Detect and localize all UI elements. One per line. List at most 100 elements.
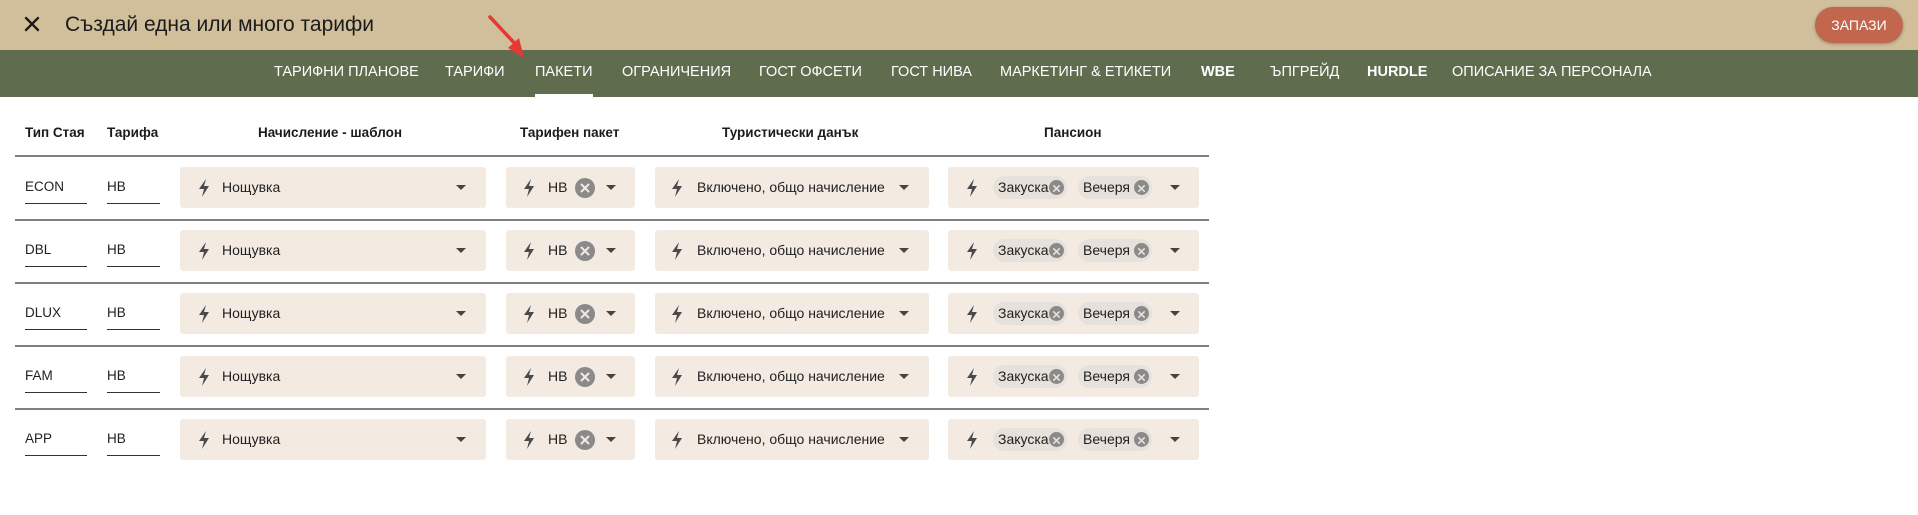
clear-circle-icon[interactable] [575, 241, 595, 261]
clear-circle-icon[interactable] [1049, 243, 1064, 258]
clear-circle-icon[interactable] [1134, 180, 1149, 195]
chevron-down-icon[interactable] [1170, 248, 1180, 253]
clear-circle-icon[interactable] [1134, 369, 1149, 384]
clear-circle-icon[interactable] [1134, 243, 1149, 258]
close-button[interactable] [18, 12, 46, 38]
clear-circle-icon[interactable] [1049, 180, 1064, 195]
charge-template-value: Нощувка [222, 242, 281, 258]
board-select[interactable]: Закуска Вечеря [948, 230, 1199, 271]
tab-packages[interactable]: ПАКЕТИ [535, 50, 593, 97]
room-type-value: DLUX [25, 305, 62, 320]
chevron-down-icon[interactable] [899, 374, 909, 379]
chevron-down-icon[interactable] [899, 185, 909, 190]
tab-upgrade[interactable]: ЪПГРЕЙД [1270, 50, 1339, 97]
clear-circle-icon[interactable] [575, 304, 595, 324]
tab-guest-offsets[interactable]: ГОСТ ОФСЕТИ [759, 50, 862, 97]
chevron-down-icon[interactable] [1170, 437, 1180, 442]
chevron-down-icon[interactable] [899, 437, 909, 442]
room-type-field[interactable]: DBL [25, 234, 87, 267]
chevron-down-icon[interactable] [606, 185, 616, 190]
room-type-field[interactable]: APP [25, 423, 87, 456]
tab-wbe[interactable]: WBE [1201, 50, 1235, 97]
table-row: DLUX НВ Нощувка НВ Включено, общо начисление… [0, 283, 1918, 346]
bolt-icon [670, 241, 684, 261]
tab-rate-plans[interactable]: ТАРИФНИ ПЛАНОВЕ [274, 50, 419, 97]
chevron-down-icon[interactable] [606, 311, 616, 316]
room-type-value: DBL [25, 242, 52, 257]
charge-template-select[interactable]: Нощувка [180, 167, 486, 208]
chevron-down-icon[interactable] [899, 311, 909, 316]
charge-template-select[interactable]: Нощувка [180, 419, 486, 460]
tab-hurdle[interactable]: HURDLE [1367, 50, 1427, 97]
tab-restrictions[interactable]: ОГРАНИЧЕНИЯ [622, 50, 731, 97]
chevron-down-icon[interactable] [606, 248, 616, 253]
clear-circle-icon[interactable] [575, 430, 595, 450]
table-row: APP НВ Нощувка НВ Включено, общо начисление З… [0, 409, 1918, 472]
package-select[interactable]: НВ [506, 167, 635, 208]
chevron-down-icon[interactable] [606, 437, 616, 442]
rate-field[interactable]: НВ [107, 360, 160, 393]
tab-marketing-labels[interactable]: МАРКЕТИНГ & ЕТИКЕТИ [1000, 50, 1171, 97]
charge-template-value: Нощувка [222, 179, 281, 195]
package-select[interactable]: НВ [506, 356, 635, 397]
clear-circle-icon[interactable] [1049, 306, 1064, 321]
chevron-down-icon[interactable] [456, 437, 466, 442]
board-chip: Закуска [993, 176, 1067, 199]
package-select[interactable]: НВ [506, 293, 635, 334]
board-chip-label: Закуска [998, 305, 1049, 321]
chevron-down-icon[interactable] [606, 374, 616, 379]
board-select[interactable]: Закуска Вечеря [948, 419, 1199, 460]
chevron-down-icon[interactable] [899, 248, 909, 253]
clear-circle-icon[interactable] [1134, 432, 1149, 447]
save-button[interactable]: ЗАПАЗИ [1815, 7, 1903, 43]
column-header-charge-template: Начисление - шаблон [258, 125, 402, 140]
board-select[interactable]: Закуска Вечеря [948, 293, 1199, 334]
tourist-tax-select[interactable]: Включено, общо начисление [655, 230, 929, 271]
room-type-value: FAM [25, 368, 53, 383]
board-chip-label: Закуска [998, 431, 1049, 447]
tab-staff-description[interactable]: ОПИСАНИЕ ЗА ПЕРСОНАЛА [1452, 50, 1652, 97]
tourist-tax-select[interactable]: Включено, общо начисление [655, 167, 929, 208]
chevron-down-icon[interactable] [456, 185, 466, 190]
tab-guest-levels[interactable]: ГОСТ НИВА [891, 50, 972, 97]
tourist-tax-select[interactable]: Включено, общо начисление [655, 419, 929, 460]
board-chip: Вечеря [1078, 239, 1152, 262]
chevron-down-icon[interactable] [1170, 374, 1180, 379]
tab-rates[interactable]: ТАРИФИ [445, 50, 505, 97]
clear-circle-icon[interactable] [1134, 306, 1149, 321]
package-select[interactable]: НВ [506, 230, 635, 271]
clear-circle-icon[interactable] [575, 367, 595, 387]
chevron-down-icon[interactable] [456, 311, 466, 316]
rate-value: НВ [107, 242, 126, 257]
bolt-icon [197, 304, 211, 324]
board-select[interactable]: Закуска Вечеря [948, 167, 1199, 208]
rate-field[interactable]: НВ [107, 171, 160, 204]
rate-field[interactable]: НВ [107, 423, 160, 456]
room-type-field[interactable]: DLUX [25, 297, 87, 330]
clear-circle-icon[interactable] [1049, 432, 1064, 447]
tourist-tax-select[interactable]: Включено, общо начисление [655, 293, 929, 334]
package-value: НВ [548, 242, 568, 258]
charge-template-select[interactable]: Нощувка [180, 230, 486, 271]
clear-circle-icon[interactable] [1049, 369, 1064, 384]
package-select[interactable]: НВ [506, 419, 635, 460]
bolt-icon [670, 430, 684, 450]
chevron-down-icon[interactable] [456, 248, 466, 253]
rate-field[interactable]: НВ [107, 297, 160, 330]
charge-template-select[interactable]: Нощувка [180, 356, 486, 397]
board-select[interactable]: Закуска Вечеря [948, 356, 1199, 397]
chevron-down-icon[interactable] [1170, 311, 1180, 316]
column-header-tourist-tax: Туристически данък [722, 125, 859, 140]
bolt-icon [522, 430, 536, 450]
tourist-tax-select[interactable]: Включено, общо начисление [655, 356, 929, 397]
clear-circle-icon[interactable] [575, 178, 595, 198]
chevron-down-icon[interactable] [456, 374, 466, 379]
package-value: НВ [548, 305, 568, 321]
rate-field[interactable]: НВ [107, 234, 160, 267]
room-type-field[interactable]: FAM [25, 360, 87, 393]
chevron-down-icon[interactable] [1170, 185, 1180, 190]
column-header-room-type: Тип Стая [25, 125, 85, 140]
package-value: НВ [548, 431, 568, 447]
charge-template-select[interactable]: Нощувка [180, 293, 486, 334]
room-type-field[interactable]: ECON [25, 171, 87, 204]
